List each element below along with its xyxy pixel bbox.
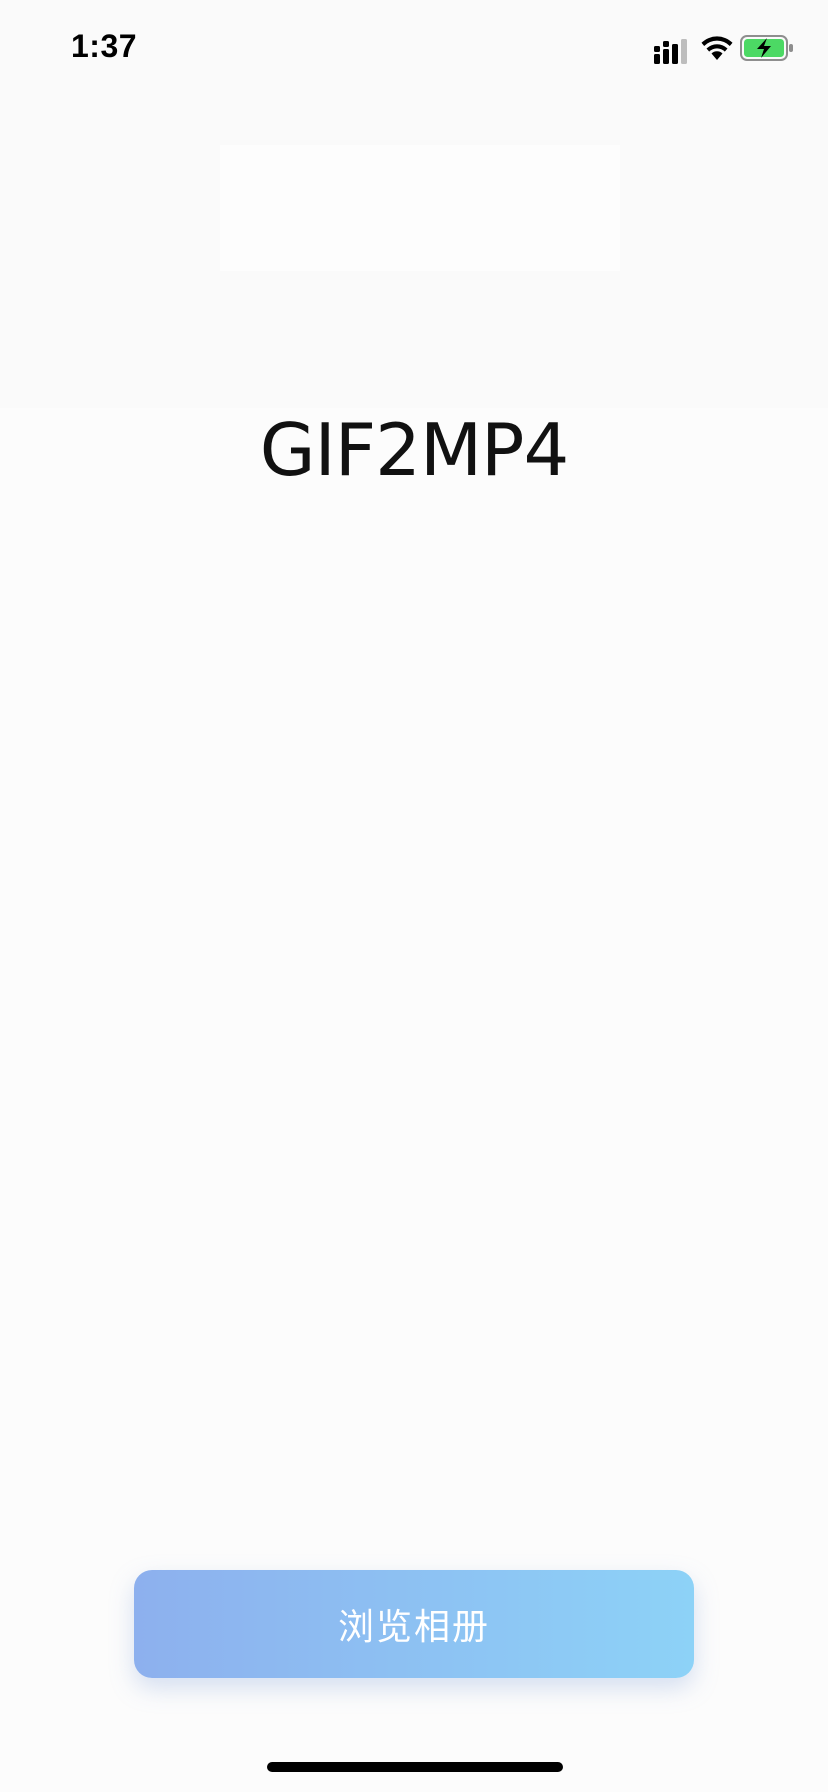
browse-album-button[interactable]: 浏览相册: [134, 1570, 694, 1678]
battery-charging-icon: [740, 35, 793, 61]
status-bar: 1:37: [0, 0, 828, 100]
home-indicator[interactable]: [267, 1762, 563, 1772]
banner-placeholder: [220, 145, 620, 271]
cellular-signal-icon: [654, 39, 687, 64]
browse-album-label: 浏览相册: [337, 1607, 490, 1648]
wifi-icon: [701, 36, 733, 60]
app-title: GIF2MP4: [259, 408, 570, 492]
status-time: 1:37: [71, 28, 138, 64]
